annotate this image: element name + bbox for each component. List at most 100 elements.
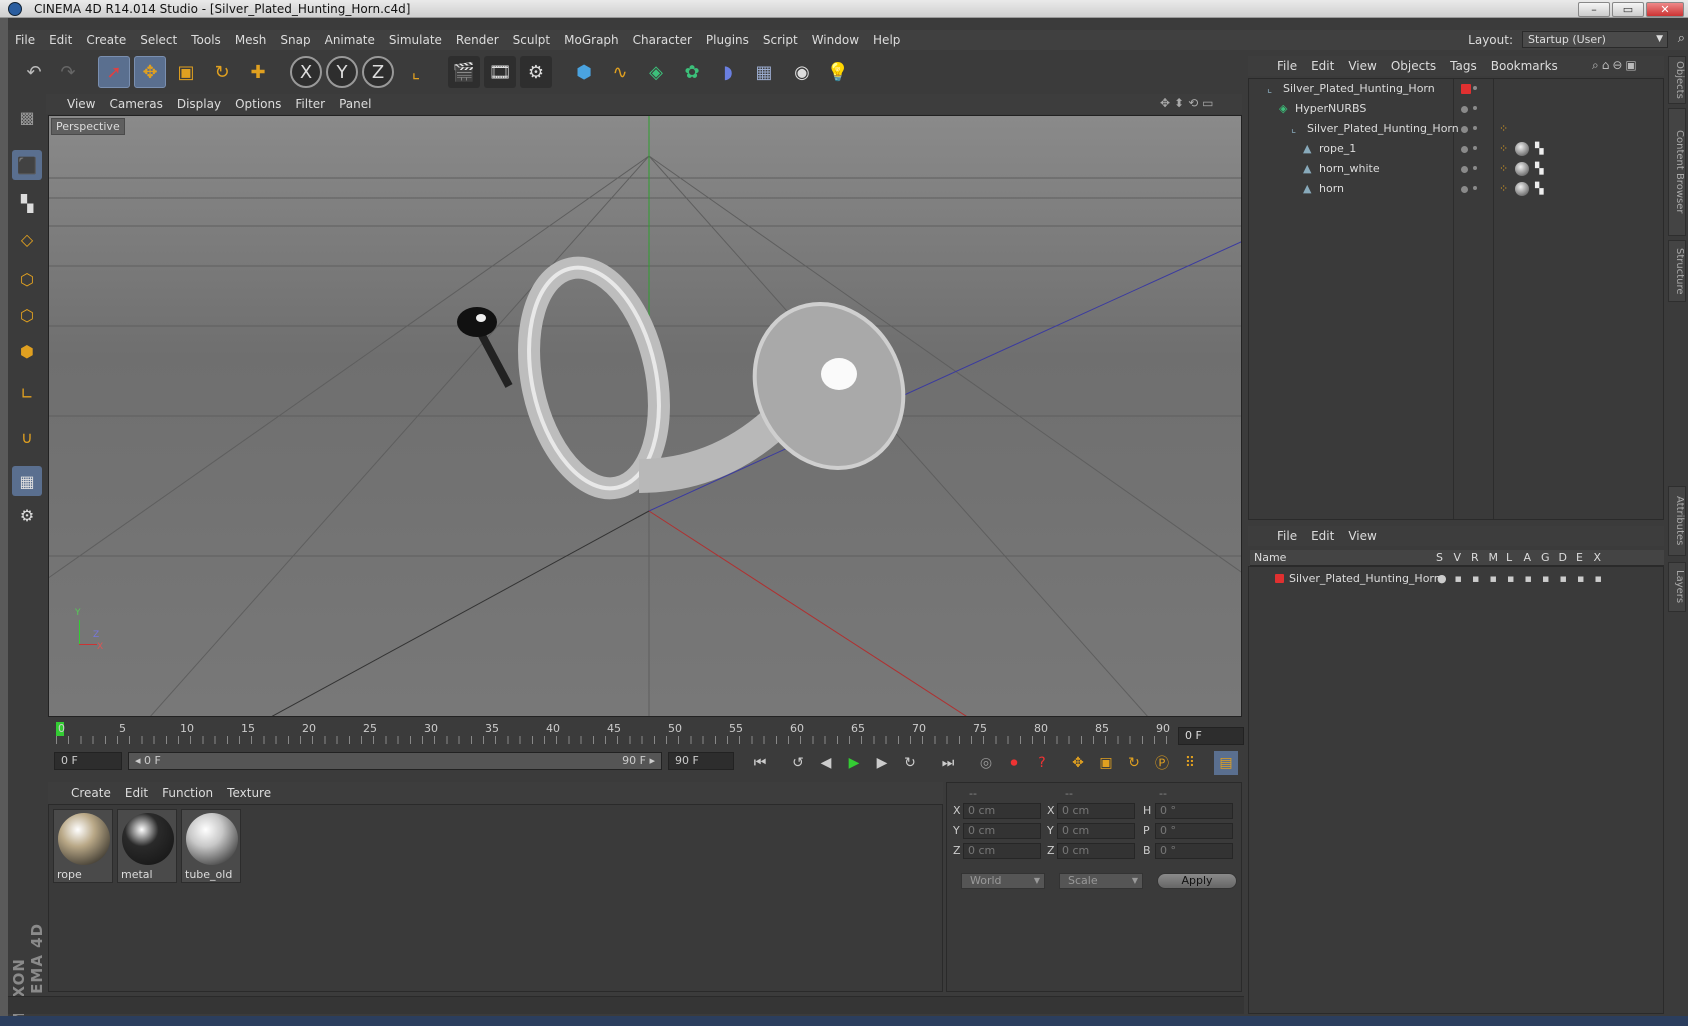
right-tab-attributes[interactable]: Attributes bbox=[1668, 486, 1686, 556]
right-tab-objects[interactable]: Objects bbox=[1668, 56, 1686, 104]
object-menu-tags[interactable]: Tags bbox=[1443, 59, 1484, 73]
play-icon[interactable]: ▶ bbox=[842, 751, 866, 775]
axis-mode-icon[interactable]: ∟ bbox=[12, 378, 42, 408]
coord-rotation-field[interactable]: 0 ° bbox=[1155, 803, 1233, 819]
deformers-toggle-icon[interactable]: ▪ bbox=[1560, 572, 1567, 585]
start-frame-field[interactable]: 0 F bbox=[54, 752, 122, 770]
viewport-nav-icons[interactable]: ✥⬍⟲▭ bbox=[1160, 96, 1218, 110]
viewport-menu-display[interactable]: Display bbox=[170, 97, 228, 111]
light-icon[interactable]: 💡 bbox=[822, 56, 854, 88]
viewport-menu-view[interactable]: View bbox=[60, 97, 102, 111]
layer-color-swatch[interactable] bbox=[1461, 84, 1471, 94]
phong-tag-icon[interactable]: ⁘ bbox=[1499, 122, 1508, 135]
menu-create[interactable]: Create bbox=[79, 33, 133, 47]
coord-position-field[interactable]: 0 cm bbox=[963, 823, 1041, 839]
viewport-menu-options[interactable]: Options bbox=[228, 97, 288, 111]
solo-toggle-icon[interactable]: ● bbox=[1437, 572, 1447, 585]
animation-toggle-icon[interactable]: ▪ bbox=[1525, 572, 1532, 585]
polygons-mode-icon[interactable]: ⬢ bbox=[12, 336, 42, 366]
material-swatch[interactable]: rope bbox=[53, 809, 113, 883]
visible-render-toggle-icon[interactable]: ▪ bbox=[1472, 572, 1479, 585]
menu-render[interactable]: Render bbox=[449, 33, 506, 47]
xref-toggle-icon[interactable]: ▪ bbox=[1595, 572, 1602, 585]
object-mode-icon[interactable]: ⬛ bbox=[12, 150, 42, 180]
material-tag-icon[interactable] bbox=[1515, 142, 1529, 156]
uvw-tag-icon[interactable]: ▚ bbox=[1535, 142, 1543, 155]
menu-select[interactable]: Select bbox=[133, 33, 184, 47]
menu-simulate[interactable]: Simulate bbox=[382, 33, 449, 47]
menu-edit[interactable]: Edit bbox=[42, 33, 79, 47]
uvw-tag-icon[interactable]: ▚ bbox=[1535, 182, 1543, 195]
visibility-dot[interactable] bbox=[1461, 106, 1468, 113]
render-view-icon[interactable]: 🎬 bbox=[448, 56, 480, 88]
menu-tools[interactable]: Tools bbox=[184, 33, 228, 47]
material-tag-icon[interactable] bbox=[1515, 162, 1529, 176]
edges-mode-icon[interactable]: ⬡ bbox=[12, 300, 42, 330]
object-manager-nav-icons[interactable]: ⌕⌂⊖▣ bbox=[1592, 58, 1640, 73]
select-icon[interactable]: ➚ bbox=[98, 56, 130, 88]
floor-icon[interactable]: ▦ bbox=[748, 56, 780, 88]
object-tree-row[interactable]: ▲ rope_1 ⁘ ▚ bbox=[1249, 139, 1663, 159]
phong-tag-icon[interactable]: ⁘ bbox=[1499, 182, 1508, 195]
3d-viewport[interactable]: Perspective Y Z X bbox=[48, 115, 1242, 717]
move-icon[interactable]: ✥ bbox=[134, 56, 166, 88]
render-visibility-dot[interactable] bbox=[1473, 86, 1477, 90]
menu-help[interactable]: Help bbox=[866, 33, 907, 47]
object-tree-row[interactable]: ▲ horn_white ⁘ ▚ bbox=[1249, 159, 1663, 179]
object-tree-row[interactable]: ⌞ Silver_Plated_Hunting_Horn bbox=[1249, 79, 1663, 99]
material-swatch[interactable]: tube_old bbox=[181, 809, 241, 883]
go-to-end-icon[interactable]: ⏭ bbox=[936, 751, 960, 775]
y-axis-icon[interactable]: Y bbox=[326, 56, 358, 88]
coord-position-field[interactable]: 0 cm bbox=[963, 843, 1041, 859]
uvw-tag-icon[interactable]: ▚ bbox=[1535, 162, 1543, 175]
visible-editor-toggle-icon[interactable]: ▪ bbox=[1455, 572, 1462, 585]
redo-button[interactable]: ↷ bbox=[52, 56, 84, 88]
z-axis-icon[interactable]: Z bbox=[362, 56, 394, 88]
coord-position-field[interactable]: 0 cm bbox=[963, 803, 1041, 819]
coord-rotation-field[interactable]: 0 ° bbox=[1155, 823, 1233, 839]
maximize-button[interactable]: ▭ bbox=[1612, 2, 1644, 17]
object-menu-view[interactable]: View bbox=[1341, 59, 1383, 73]
undo-button[interactable]: ↶ bbox=[18, 56, 50, 88]
render-visibility-dot[interactable] bbox=[1473, 186, 1477, 190]
object-menu-bookmarks[interactable]: Bookmarks bbox=[1484, 59, 1565, 73]
manager-toggle-icon[interactable]: ▪ bbox=[1490, 572, 1497, 585]
material-menu-edit[interactable]: Edit bbox=[118, 786, 155, 800]
layer-color-swatch[interactable] bbox=[1275, 574, 1284, 583]
menu-sculpt[interactable]: Sculpt bbox=[506, 33, 557, 47]
visibility-dot[interactable] bbox=[1461, 186, 1468, 193]
menu-character[interactable]: Character bbox=[626, 33, 699, 47]
material-menu-function[interactable]: Function bbox=[155, 786, 220, 800]
coord-size-field[interactable]: 0 cm bbox=[1057, 803, 1135, 819]
coord-space-select[interactable]: World ▼ bbox=[961, 873, 1045, 889]
go-to-start-icon[interactable]: ⏮ bbox=[748, 751, 772, 775]
timeline-ruler[interactable]: 0 5 10 15 20 25 30 35 40 45 50 55 60 65 70 75 80 85 90 bbox=[48, 720, 1178, 746]
workplane-icon[interactable]: ◇ bbox=[12, 224, 42, 254]
menu-animate[interactable]: Animate bbox=[318, 33, 382, 47]
coord-mode-select[interactable]: Scale ▼ bbox=[1059, 873, 1143, 889]
right-tab-layers[interactable]: Layers bbox=[1668, 562, 1686, 612]
texture-mode-icon[interactable]: ▚ bbox=[12, 188, 42, 218]
deformer-icon[interactable]: ◗ bbox=[712, 56, 744, 88]
array-icon[interactable]: ✿ bbox=[676, 56, 708, 88]
viewport-menu-cameras[interactable]: Cameras bbox=[102, 97, 169, 111]
menu-script[interactable]: Script bbox=[756, 33, 805, 47]
loop-forward-icon[interactable]: ↻ bbox=[898, 751, 922, 775]
search-icon[interactable]: ⌕ bbox=[1678, 31, 1685, 46]
layer-row[interactable]: Silver_Plated_Hunting_Horn ● ▪ ▪ ▪ ▪ ▪ ▪ ▪ ▪ ▪ bbox=[1249, 569, 1663, 589]
material-menu-create[interactable]: Create bbox=[64, 786, 118, 800]
spline-icon[interactable]: ∿ bbox=[604, 56, 636, 88]
model-mode-icon[interactable]: ▩ bbox=[12, 102, 42, 132]
current-frame-field[interactable]: 0 F bbox=[1178, 727, 1244, 745]
rotate-icon[interactable]: ↻ bbox=[206, 56, 238, 88]
object-menu-objects[interactable]: Objects bbox=[1384, 59, 1443, 73]
camera-icon[interactable]: ◉ bbox=[786, 56, 818, 88]
visibility-dot[interactable] bbox=[1461, 166, 1468, 173]
key-position-icon[interactable]: ✥ bbox=[1066, 751, 1090, 775]
visibility-dot[interactable] bbox=[1461, 146, 1468, 153]
preview-range-slider[interactable]: ◂ 0 F 90 F ▸ bbox=[128, 752, 662, 770]
phong-tag-icon[interactable]: ⁘ bbox=[1499, 162, 1508, 175]
minimize-button[interactable]: – bbox=[1578, 2, 1610, 17]
x-axis-icon[interactable]: X bbox=[290, 56, 322, 88]
object-menu-edit[interactable]: Edit bbox=[1304, 59, 1341, 73]
